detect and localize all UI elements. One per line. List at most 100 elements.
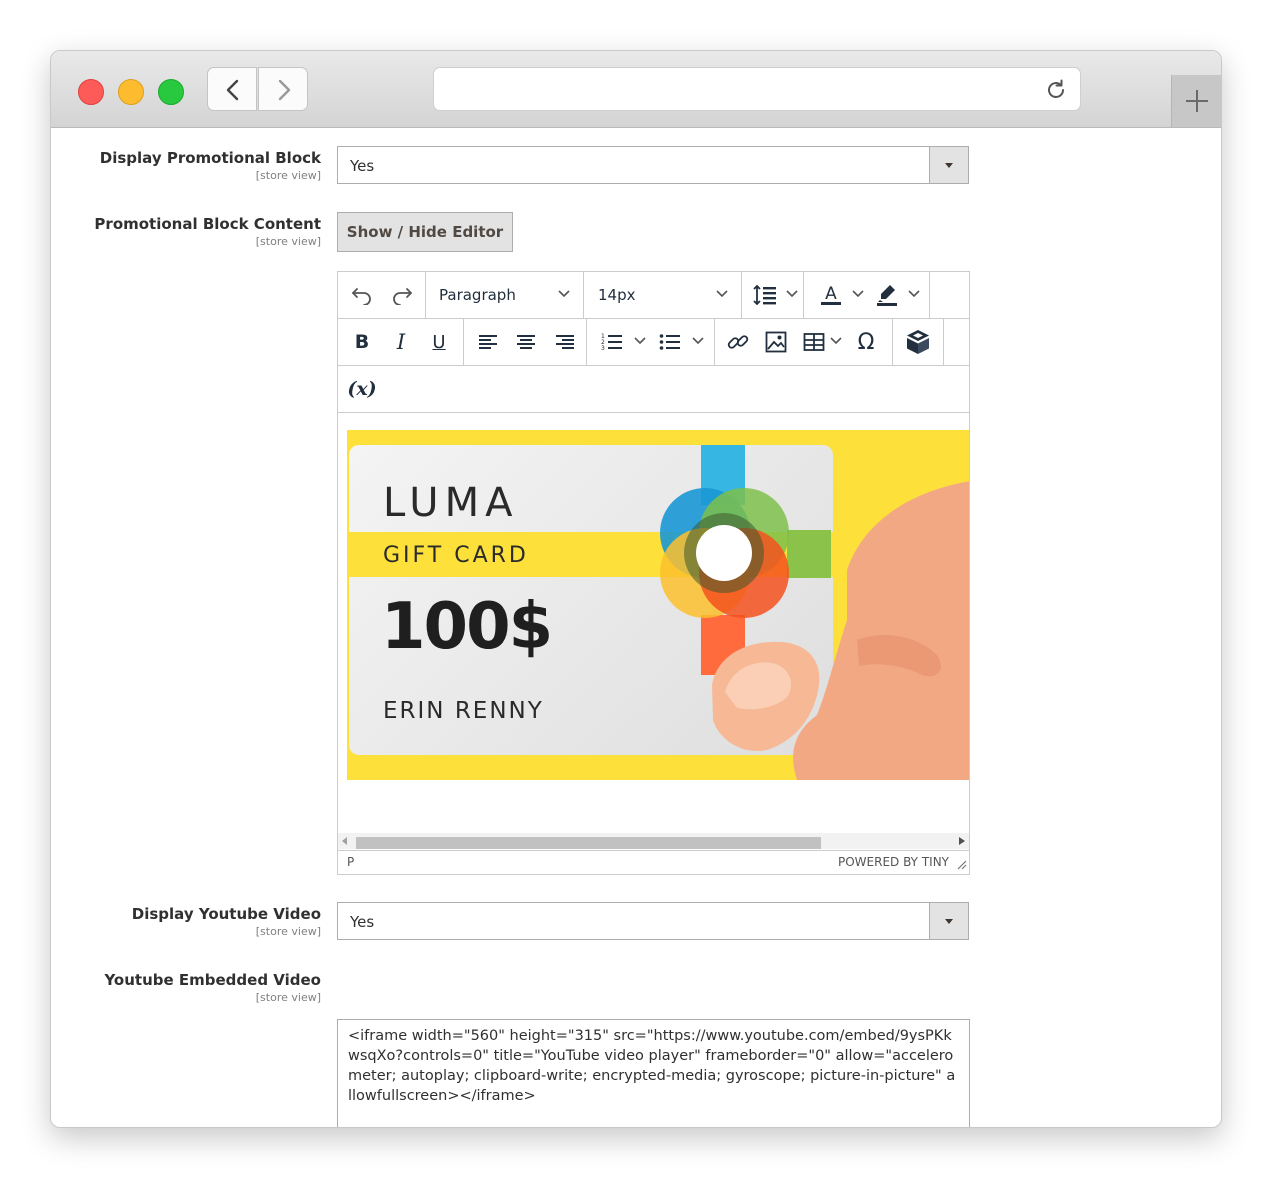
display-promo-select[interactable]: Yes: [337, 146, 969, 184]
redo-icon: [393, 288, 412, 305]
align-left-icon: [479, 335, 497, 349]
align-center-button[interactable]: [512, 328, 540, 356]
browser-titlebar: [51, 51, 1221, 128]
special-character-button[interactable]: Ω: [851, 328, 881, 356]
maximize-window-button[interactable]: [158, 79, 184, 105]
numbered-list-button[interactable]: 123: [599, 328, 625, 356]
italic-button[interactable]: I: [387, 328, 415, 356]
chevron-left-icon: [226, 79, 239, 101]
back-button[interactable]: [207, 67, 257, 111]
scroll-left-icon[interactable]: [342, 837, 348, 845]
link-icon: [727, 335, 749, 349]
text-style-group: B I U: [338, 319, 464, 365]
textarea-resize-icon[interactable]: [957, 1126, 967, 1128]
redo-button[interactable]: [388, 281, 416, 309]
bullet-list-button[interactable]: [657, 328, 683, 356]
new-tab-button[interactable]: [1171, 75, 1221, 127]
table-button[interactable]: [801, 328, 827, 356]
chevron-down-icon: [830, 337, 842, 345]
underline-button[interactable]: U: [425, 328, 453, 356]
insert-widget-button[interactable]: [904, 328, 932, 356]
line-height-icon: [753, 284, 776, 306]
config-form: Display Promotional Block [store view] Y…: [51, 128, 1221, 1127]
line-height-dropdown[interactable]: [742, 272, 804, 318]
align-left-button[interactable]: [474, 328, 502, 356]
bold-button[interactable]: B: [348, 328, 376, 356]
chevron-down-icon: [852, 290, 864, 298]
youtube-embed-scope: [store view]: [255, 991, 321, 1004]
align-center-icon: [517, 335, 535, 349]
insert-group: Ω: [715, 319, 893, 365]
widget-icon: [907, 330, 929, 354]
display-youtube-label-group: Display Youtube Video [store view]: [132, 905, 321, 938]
link-button[interactable]: [723, 328, 753, 356]
chevron-down-icon: [786, 290, 798, 298]
youtube-embed-label: Youtube Embedded Video: [104, 971, 321, 989]
show-hide-editor-button[interactable]: Show / Hide Editor: [337, 212, 513, 252]
color-group: A: [804, 272, 930, 318]
highlight-color-button[interactable]: [874, 281, 900, 309]
promo-content-scope: [store view]: [255, 235, 321, 248]
display-promo-value: Yes: [350, 157, 375, 175]
element-path[interactable]: P: [347, 855, 354, 869]
promo-content-label-group: Promotional Block Content [store view]: [94, 215, 321, 248]
chevron-down-icon: [692, 337, 704, 345]
chevron-down-icon: [716, 290, 728, 298]
display-youtube-select[interactable]: Yes: [337, 902, 969, 940]
browser-window: Display Promotional Block [store view] Y…: [50, 50, 1222, 1128]
editor-content-area[interactable]: LUMA GIFT CARD 100$ ERIN RENNY: [338, 413, 969, 833]
chevron-down-icon: [558, 290, 570, 298]
promo-content-label: Promotional Block Content: [94, 215, 321, 233]
display-promo-label-group: Display Promotional Block [store view]: [100, 149, 321, 182]
scrollbar-thumb[interactable]: [356, 837, 821, 849]
display-promo-label: Display Promotional Block: [99, 149, 321, 167]
align-right-button[interactable]: [551, 328, 579, 356]
svg-text:3: 3: [601, 345, 605, 352]
dropdown-arrow-icon[interactable]: [929, 903, 968, 939]
editor-toolbar-row-1: Paragraph 14px A: [338, 272, 969, 319]
address-bar[interactable]: [433, 67, 1081, 111]
youtube-embed-textarea[interactable]: <iframe width="560" height="315" src="ht…: [337, 1019, 970, 1127]
wysiwyg-editor: Paragraph 14px A B I U 1 2 3 Ω (x) LUMA …: [337, 271, 970, 875]
gift-card-holder: ERIN RENNY: [383, 698, 544, 724]
text-color-icon: A: [821, 284, 841, 305]
list-group: 123: [587, 319, 715, 365]
bullet-list-icon: [659, 334, 680, 350]
block-format-dropdown[interactable]: Paragraph: [426, 272, 584, 318]
editor-toolbar-row-3: (x): [338, 366, 969, 413]
font-size-dropdown[interactable]: 14px: [584, 272, 742, 318]
editor-statusbar: P POWERED BY TINY: [338, 850, 969, 874]
resize-handle-icon[interactable]: [957, 860, 967, 870]
chevron-down-icon: [908, 290, 920, 298]
image-icon: [765, 331, 787, 353]
close-window-button[interactable]: [78, 79, 104, 105]
image-button[interactable]: [761, 328, 791, 356]
chevron-right-icon: [278, 79, 291, 101]
widget-group: [893, 319, 944, 365]
minimize-window-button[interactable]: [118, 79, 144, 105]
youtube-embed-label-group: Youtube Embedded Video [store view]: [104, 971, 321, 1004]
gift-card-title: GIFT CARD: [383, 543, 529, 568]
numbered-list-icon: 123: [601, 333, 622, 352]
display-promo-scope: [store view]: [255, 169, 321, 182]
line-height-button[interactable]: [752, 281, 778, 309]
text-color-button[interactable]: A: [818, 281, 844, 309]
gift-card-amount: 100$: [381, 590, 553, 664]
dropdown-arrow-icon[interactable]: [929, 147, 968, 183]
block-format-value: Paragraph: [439, 286, 516, 304]
reload-icon[interactable]: [1044, 78, 1068, 102]
scroll-right-icon[interactable]: [959, 837, 965, 845]
alignment-group: [464, 319, 587, 365]
display-youtube-label: Display Youtube Video: [131, 905, 321, 923]
powered-by-tiny-link[interactable]: POWERED BY TINY: [838, 855, 949, 869]
luma-logo-and-hand-illustration: [660, 445, 969, 780]
display-youtube-scope: [store view]: [255, 925, 321, 938]
insert-variable-button[interactable]: (x): [346, 375, 378, 403]
editor-horizontal-scrollbar[interactable]: [338, 833, 969, 849]
chevron-down-icon: [634, 337, 646, 345]
table-icon: [803, 333, 825, 351]
undo-button[interactable]: [348, 281, 376, 309]
history-group: [338, 272, 426, 318]
forward-button[interactable]: [258, 67, 308, 111]
highlighter-icon: [877, 285, 897, 306]
